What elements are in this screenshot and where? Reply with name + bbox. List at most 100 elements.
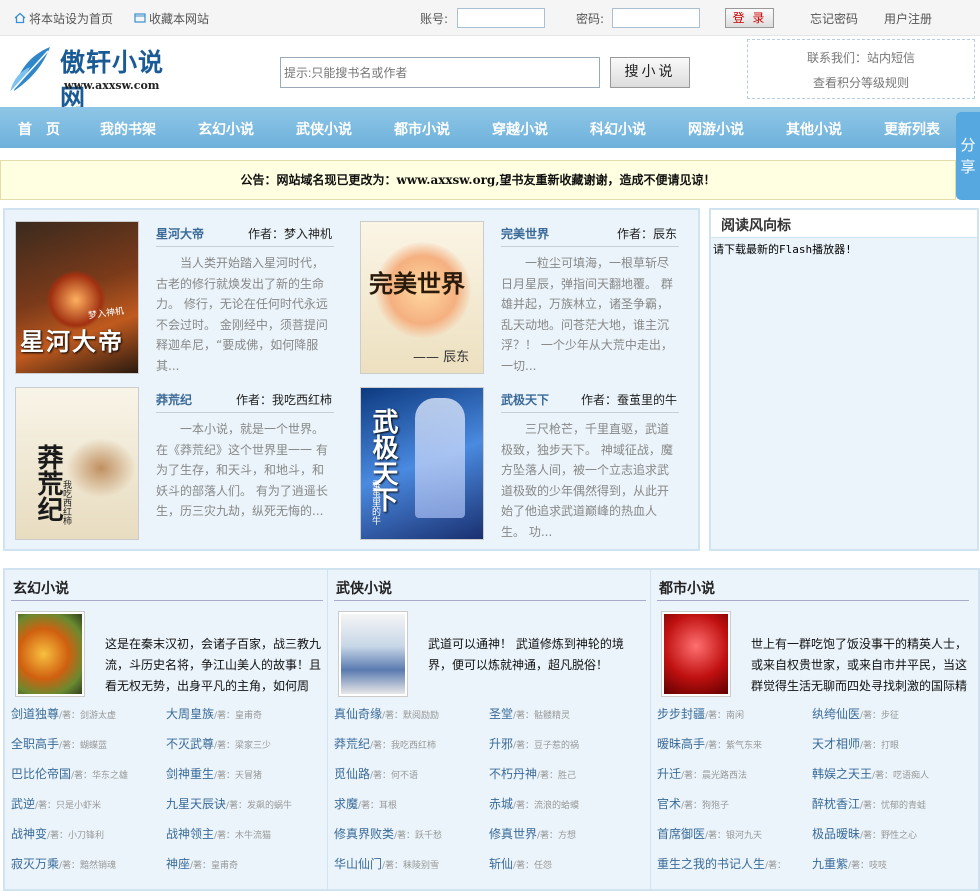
search-input[interactable] [280, 57, 600, 88]
set-home-link[interactable]: 将本站设为首页 [14, 10, 113, 27]
book-name[interactable]: 觅仙路 [334, 767, 370, 781]
category-title[interactable]: 武侠小说 [336, 578, 392, 598]
book-list-item[interactable]: 剑神重生/著：天冒猪 [166, 765, 321, 782]
book-list-item[interactable]: 醉枕香江/著：忧郁的青蛙 [812, 795, 967, 812]
book-name[interactable]: 暧昧高手 [657, 737, 705, 751]
book-title[interactable]: 完美世界 [501, 225, 549, 242]
book-name[interactable]: 华山仙门 [334, 857, 382, 871]
book-name[interactable]: 九重紫 [812, 857, 848, 871]
book-list-item[interactable]: 斩仙/著：任怨 [489, 855, 644, 872]
book-title[interactable]: 莽荒纪 [156, 391, 192, 408]
book-name[interactable]: 战神变 [11, 827, 47, 841]
book-name[interactable]: 圣堂 [489, 707, 513, 721]
book-name[interactable]: 剑道独尊 [11, 707, 59, 721]
book-list-item[interactable]: 九星天辰诀/著：发飙的蜗牛 [166, 795, 321, 812]
book-list-item[interactable]: 真仙奇缘/著：默阅励励 [334, 705, 489, 722]
book-list-item[interactable]: 修真世界/著：方想 [489, 825, 644, 842]
book-name[interactable]: 醉枕香江 [812, 797, 860, 811]
category-title[interactable]: 都市小说 [659, 578, 715, 598]
book-name[interactable]: 天才相师 [812, 737, 860, 751]
book-list-item[interactable]: 韩娱之天王/著：呓语痴人 [812, 765, 967, 782]
book-list-item[interactable]: 首席御医/著：银河九天 [657, 825, 812, 842]
nav-wangyou[interactable]: 网游小说 [688, 119, 744, 139]
book-cover[interactable]: 梦入神机 星河大帝 [15, 221, 139, 374]
book-list-item[interactable]: 九重紫/著：吱吱 [812, 855, 967, 872]
book-list-item[interactable]: 莽荒纪/著：我吃西红柿 [334, 735, 489, 752]
book-list-item[interactable]: 巴比伦帝国/著：华东之雄 [11, 765, 166, 782]
book-list-item[interactable]: 暧昧高手/著：紫气东来 [657, 735, 812, 752]
book-name[interactable]: 纨绔仙医 [812, 707, 860, 721]
book-name[interactable]: 莽荒纪 [334, 737, 370, 751]
search-button[interactable]: 搜小说 [610, 57, 690, 88]
book-list-item[interactable]: 修真界败类/著：跃千愁 [334, 825, 489, 842]
nav-home[interactable]: 首 页 [18, 119, 60, 139]
book-list-item[interactable]: 华山仙门/著：秣陵别雪 [334, 855, 489, 872]
category-cover[interactable] [661, 611, 731, 697]
book-name[interactable]: 武逆 [11, 797, 35, 811]
category-cover[interactable] [15, 611, 85, 697]
book-list-item[interactable]: 寂灭万乘/著：黯然销魂 [11, 855, 166, 872]
book-name[interactable]: 战神领主 [166, 827, 214, 841]
book-list-item[interactable]: 官术/著：狗狍子 [657, 795, 812, 812]
book-name[interactable]: 极品暧昧 [812, 827, 860, 841]
book-list-item[interactable]: 圣堂/著：骷髅精灵 [489, 705, 644, 722]
category-title[interactable]: 玄幻小说 [13, 578, 69, 598]
nav-other[interactable]: 其他小说 [786, 119, 842, 139]
register-link[interactable]: 用户注册 [884, 10, 932, 27]
book-list-item[interactable]: 天才相师/著：打眼 [812, 735, 967, 752]
login-button[interactable]: 登 录 [725, 8, 774, 28]
points-rules-link[interactable]: 查看积分等级规则 [748, 74, 974, 91]
book-list-item[interactable]: 神座/著：皇甫奇 [166, 855, 321, 872]
book-name[interactable]: 斩仙 [489, 857, 513, 871]
book-name[interactable]: 不朽丹神 [489, 767, 537, 781]
book-list-item[interactable]: 战神领主/著：木牛流猫 [166, 825, 321, 842]
book-list-item[interactable]: 战神变/著：小刀锋利 [11, 825, 166, 842]
forgot-password-link[interactable]: 忘记密码 [810, 10, 858, 27]
book-list-item[interactable]: 步步封疆/著：南闲 [657, 705, 812, 722]
book-name[interactable]: 求魔 [334, 797, 358, 811]
book-list-item[interactable]: 升迁/著：晨光路西法 [657, 765, 812, 782]
share-button[interactable]: 分享 [956, 112, 980, 200]
book-list-item[interactable]: 不朽丹神/著：胜己 [489, 765, 644, 782]
book-list-item[interactable]: 不灭武尊/著：梁家三少 [166, 735, 321, 752]
book-name[interactable]: 官术 [657, 797, 681, 811]
book-name[interactable]: 步步封疆 [657, 707, 705, 721]
book-name[interactable]: 升邪 [489, 737, 513, 751]
book-name[interactable]: 赤城 [489, 797, 513, 811]
book-list-item[interactable]: 纨绔仙医/著：步征 [812, 705, 967, 722]
book-name[interactable]: 全职高手 [11, 737, 59, 751]
book-name[interactable]: 神座 [166, 857, 190, 871]
nav-dushi[interactable]: 都市小说 [394, 119, 450, 139]
book-list-item[interactable]: 赤城/著：流浪的蛤蟆 [489, 795, 644, 812]
site-logo[interactable]: 傲轩小说网 www.axxsw.com [4, 41, 176, 113]
book-list-item[interactable]: 剑道独尊/著：剑游太虚 [11, 705, 166, 722]
book-cover[interactable]: 武极天下 蚕茧里的牛 [360, 387, 484, 540]
book-list-item[interactable]: 全职高手/著：蝴蝶蓝 [11, 735, 166, 752]
nav-kehuan[interactable]: 科幻小说 [590, 119, 646, 139]
account-input[interactable] [457, 8, 545, 28]
password-input[interactable] [612, 8, 700, 28]
book-list-item[interactable]: 重生之我的书记人生/著： [657, 855, 812, 872]
contact-link[interactable]: 联系我们：站内短信 [748, 49, 974, 66]
book-name[interactable]: 九星天辰诀 [166, 797, 226, 811]
nav-bookshelf[interactable]: 我的书架 [100, 119, 156, 139]
book-list-item[interactable]: 求魔/著：耳根 [334, 795, 489, 812]
book-name[interactable]: 重生之我的书记人生 [657, 857, 765, 871]
book-name[interactable]: 真仙奇缘 [334, 707, 382, 721]
book-name[interactable]: 首席御医 [657, 827, 705, 841]
book-name[interactable]: 大周皇族 [166, 707, 214, 721]
book-cover[interactable]: 莽荒纪 我吃西红柿 [15, 387, 139, 540]
nav-chuanyue[interactable]: 穿越小说 [492, 119, 548, 139]
category-cover[interactable] [338, 611, 408, 697]
book-title[interactable]: 武极天下 [501, 391, 549, 408]
book-list-item[interactable]: 觅仙路/著：何不语 [334, 765, 489, 782]
book-name[interactable]: 寂灭万乘 [11, 857, 59, 871]
book-name[interactable]: 修真世界 [489, 827, 537, 841]
book-name[interactable]: 韩娱之天王 [812, 767, 872, 781]
book-list-item[interactable]: 大周皇族/著：皇甫奇 [166, 705, 321, 722]
nav-wuxia[interactable]: 武侠小说 [296, 119, 352, 139]
book-list-item[interactable]: 极品暧昧/著：野性之心 [812, 825, 967, 842]
book-title[interactable]: 星河大帝 [156, 225, 204, 242]
book-list-item[interactable]: 升邪/著：豆子惹的祸 [489, 735, 644, 752]
book-name[interactable]: 巴比伦帝国 [11, 767, 71, 781]
